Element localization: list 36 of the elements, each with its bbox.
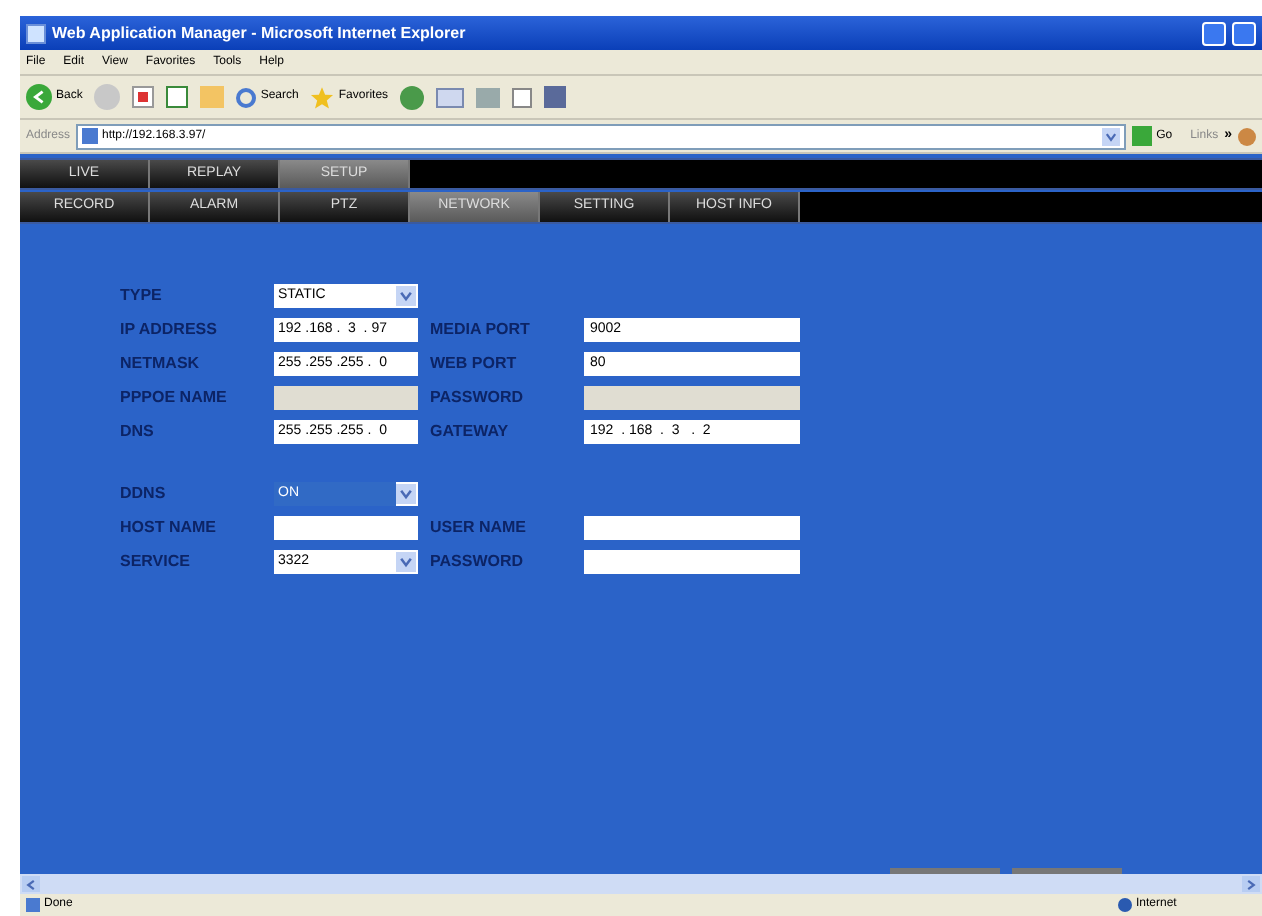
field-label: SERVICE <box>120 550 192 574</box>
star-icon <box>310 85 335 109</box>
field-label: PASSWORD <box>430 386 526 410</box>
input-field[interactable] <box>274 386 418 410</box>
stop-icon[interactable] <box>132 86 155 108</box>
field-label: PASSWORD <box>430 550 526 574</box>
field-label: GATEWAY <box>430 420 511 444</box>
field-label: WEB PORT <box>430 352 519 376</box>
minimize-button[interactable] <box>1202 21 1226 45</box>
field-label: NETMASK <box>120 352 202 376</box>
field-label: TYPE <box>120 284 164 308</box>
page-icon <box>82 128 99 144</box>
globe-icon <box>1118 898 1132 912</box>
input-field[interactable] <box>584 386 800 410</box>
field-label: HOST NAME <box>120 516 218 540</box>
caret-icon <box>396 484 416 504</box>
field-label: DDNS <box>120 482 168 506</box>
scroll-left-icon[interactable] <box>22 876 40 892</box>
field-label: DNS <box>120 420 156 444</box>
refresh-icon[interactable] <box>166 86 189 108</box>
field-label: IP ADDRESS <box>120 318 219 342</box>
input-field[interactable] <box>274 516 418 540</box>
window-title: Web Application Manager - Microsoft Internet Explorer <box>52 21 468 45</box>
search-icon <box>236 87 257 107</box>
caret-icon <box>396 286 416 306</box>
scroll-right-icon[interactable] <box>1242 876 1260 892</box>
maximize-button[interactable] <box>1232 21 1256 45</box>
input-field[interactable] <box>584 516 800 540</box>
dropdown-caret-icon[interactable] <box>1102 127 1121 145</box>
caret-icon <box>396 552 416 572</box>
field-label: MEDIA PORT <box>430 318 532 342</box>
field-label: USER NAME <box>430 516 529 540</box>
browser-icon <box>26 23 46 43</box>
field-label: PPPOE NAME <box>120 386 229 410</box>
input-field[interactable] <box>584 550 800 574</box>
page-icon <box>26 898 40 912</box>
